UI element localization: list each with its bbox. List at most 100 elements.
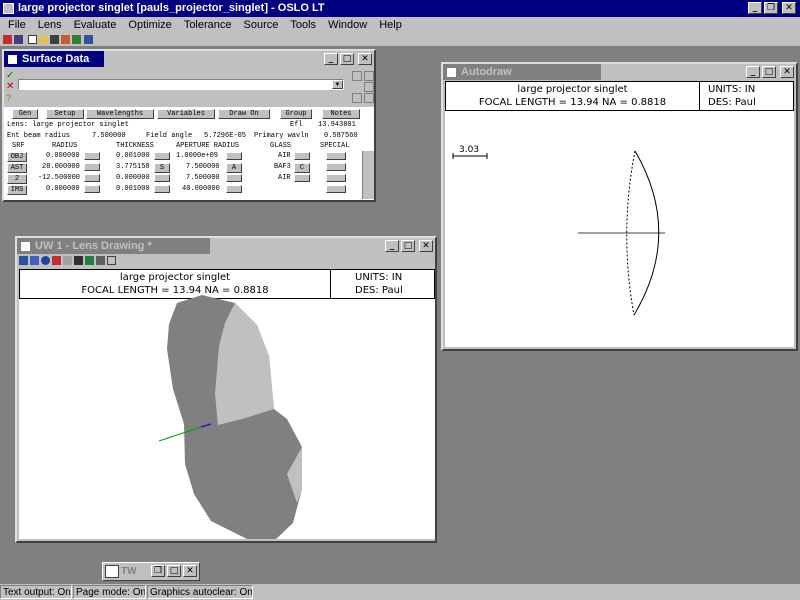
special-button[interactable] bbox=[326, 174, 346, 182]
check-icon[interactable]: ✓ bbox=[6, 71, 16, 81]
aperture-solve-button[interactable] bbox=[226, 185, 242, 193]
radius-solve-button[interactable] bbox=[84, 185, 100, 193]
aperture-cell[interactable]: 40.000000 bbox=[182, 185, 220, 193]
app-icon[interactable] bbox=[3, 3, 14, 14]
list-icon[interactable] bbox=[14, 35, 23, 44]
chevron-down-icon[interactable]: ▼ bbox=[332, 80, 343, 89]
menu-tools[interactable]: Tools bbox=[284, 17, 322, 33]
edit-icon[interactable] bbox=[61, 35, 70, 44]
thickness-solve-button[interactable]: S bbox=[154, 163, 170, 173]
ad-maximize-button[interactable]: □ bbox=[762, 66, 776, 78]
srf-button[interactable]: AST bbox=[7, 163, 27, 173]
thickness-cell[interactable]: 0.000000 bbox=[116, 174, 150, 182]
aperture-cell[interactable]: 7.500000 bbox=[186, 174, 220, 182]
thickness-cell[interactable]: 0.001000 bbox=[116, 185, 150, 193]
minimize-button[interactable]: _ bbox=[748, 2, 762, 14]
radius-solve-button[interactable] bbox=[84, 174, 100, 182]
thickness-cell[interactable]: 0.001000 bbox=[116, 152, 150, 160]
radius-solve-button[interactable] bbox=[84, 152, 100, 160]
special-button[interactable] bbox=[326, 163, 346, 171]
special-button[interactable] bbox=[326, 152, 346, 160]
srf-button[interactable]: OBJ bbox=[7, 152, 27, 162]
status-graphics-autoclear[interactable]: Graphics autoclear: On bbox=[147, 585, 253, 599]
notes-button[interactable]: Notes bbox=[322, 109, 360, 119]
ld-minimize-button[interactable]: _ bbox=[385, 240, 399, 252]
glass-cell[interactable]: BAF3 bbox=[274, 163, 291, 171]
ld-maximize-button[interactable]: □ bbox=[401, 240, 415, 252]
radius-solve-button[interactable] bbox=[84, 163, 100, 171]
aperture-solve-button[interactable] bbox=[226, 174, 242, 182]
tw-restore-button[interactable]: ❐ bbox=[151, 565, 165, 577]
menu-source[interactable]: Source bbox=[238, 17, 285, 33]
close-button[interactable]: ✕ bbox=[782, 2, 796, 14]
shade-icon[interactable] bbox=[85, 256, 94, 265]
glass-solve-button[interactable] bbox=[294, 152, 310, 160]
aperture-cell[interactable]: 1.0000e+09 bbox=[176, 152, 218, 160]
sd-minimize-button[interactable]: _ bbox=[324, 53, 338, 65]
ld-close-button[interactable]: ✕ bbox=[419, 240, 433, 252]
menu-lens[interactable]: Lens bbox=[32, 17, 68, 33]
variables-button[interactable]: Variables bbox=[157, 109, 215, 119]
sd-maximize-button[interactable]: □ bbox=[340, 53, 354, 65]
sd-close-button[interactable]: ✕ bbox=[358, 53, 372, 65]
radius-cell[interactable]: 0.000000 bbox=[46, 152, 80, 160]
gen-button[interactable]: Gen bbox=[12, 109, 38, 119]
tw-maximize-button[interactable]: □ bbox=[167, 565, 181, 577]
glass-solve-button[interactable]: C bbox=[294, 163, 310, 173]
setup-button[interactable]: Setup bbox=[46, 109, 84, 119]
wavelengths-button[interactable]: Wavelengths bbox=[86, 109, 154, 119]
glass-solve-button[interactable] bbox=[294, 174, 310, 182]
radius-cell[interactable]: 28.000000 bbox=[42, 163, 80, 171]
aperture-cell[interactable]: 7.500000 bbox=[186, 163, 220, 171]
flag-icon[interactable] bbox=[3, 35, 12, 44]
grid-icon[interactable] bbox=[19, 256, 28, 265]
bars-icon[interactable] bbox=[96, 256, 105, 265]
side-tool-icon[interactable] bbox=[352, 93, 362, 103]
lens-drawing-canvas[interactable]: large projector singlet FOCAL LENGTH = 1… bbox=[19, 269, 435, 539]
draw-on-button[interactable]: Draw On bbox=[218, 109, 270, 119]
side-tool-icon[interactable] bbox=[364, 71, 374, 81]
status-text-output[interactable]: Text output: On bbox=[0, 585, 72, 599]
thickness-solve-button[interactable] bbox=[154, 185, 170, 193]
thickness-solve-button[interactable] bbox=[154, 174, 170, 182]
menu-optimize[interactable]: Optimize bbox=[122, 17, 177, 33]
aperture-solve-button[interactable]: A bbox=[226, 163, 242, 173]
special-button[interactable] bbox=[326, 185, 346, 193]
menu-help[interactable]: Help bbox=[373, 17, 408, 33]
autodraw-canvas[interactable]: large projector singlet FOCAL LENGTH = 1… bbox=[445, 81, 794, 347]
radius-cell[interactable]: 0.000000 bbox=[46, 185, 80, 193]
restore-button[interactable]: ❐ bbox=[764, 2, 778, 14]
srf-button[interactable]: IMS bbox=[7, 185, 27, 195]
field-angle-value[interactable]: 5.7296E-05 bbox=[204, 132, 246, 140]
rotate-icon[interactable] bbox=[30, 256, 39, 265]
table-icon[interactable] bbox=[74, 256, 83, 265]
status-page-mode[interactable]: Page mode: On bbox=[73, 585, 146, 599]
save-icon[interactable] bbox=[50, 35, 59, 44]
minimized-text-window[interactable]: TW ❐ □ ✕ bbox=[102, 562, 200, 581]
open-folder-icon[interactable] bbox=[39, 35, 48, 44]
menu-tolerance[interactable]: Tolerance bbox=[178, 17, 238, 33]
axes-icon[interactable] bbox=[107, 256, 116, 265]
layers-icon[interactable] bbox=[63, 256, 72, 265]
thickness-solve-button[interactable] bbox=[154, 152, 170, 160]
tw-close-button[interactable]: ✕ bbox=[183, 565, 197, 577]
thickness-cell[interactable]: 3.775158 bbox=[116, 163, 150, 171]
side-tool-icon[interactable] bbox=[364, 93, 374, 103]
help-icon[interactable]: ? bbox=[6, 93, 16, 103]
glass-cell[interactable]: AIR bbox=[278, 174, 291, 182]
vertical-scrollbar[interactable] bbox=[362, 151, 374, 199]
tree-icon[interactable] bbox=[72, 35, 81, 44]
glass-cell[interactable]: AIR bbox=[278, 152, 291, 160]
lens-name-field[interactable]: Lens: large projector singlet bbox=[7, 121, 129, 129]
menu-file[interactable]: File bbox=[2, 17, 32, 33]
sphere-icon[interactable] bbox=[41, 256, 50, 265]
menu-window[interactable]: Window bbox=[322, 17, 373, 33]
cancel-x-icon[interactable]: ✕ bbox=[6, 82, 16, 92]
command-input[interactable] bbox=[18, 79, 344, 90]
side-tool-icon[interactable] bbox=[364, 82, 374, 92]
menu-evaluate[interactable]: Evaluate bbox=[68, 17, 123, 33]
ad-minimize-button[interactable]: _ bbox=[746, 66, 760, 78]
wavln-value[interactable]: 0.587560 bbox=[324, 132, 358, 140]
ad-close-button[interactable]: ✕ bbox=[780, 66, 794, 78]
new-file-icon[interactable] bbox=[28, 35, 37, 44]
